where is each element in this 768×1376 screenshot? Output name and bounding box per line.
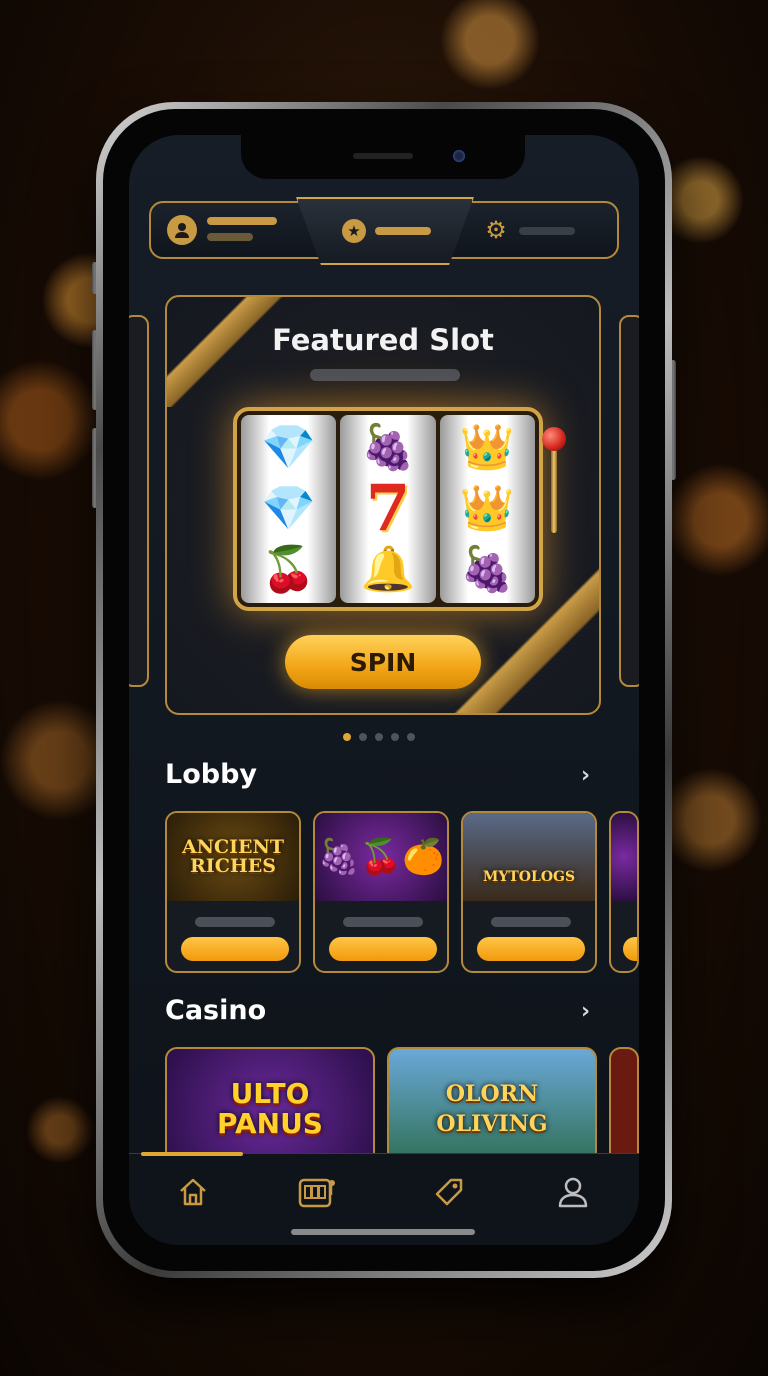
lever-stick (551, 443, 557, 533)
balance-placeholder (207, 233, 253, 241)
lever-knob (542, 427, 566, 451)
play-button[interactable] (477, 937, 585, 961)
diamond-symbol: 💎 (261, 421, 317, 473)
game-thumbnail: ANCIENT RICHES (167, 813, 299, 901)
speaker-grille (353, 153, 413, 159)
casino-game-name: OLORN OLIVING (436, 1081, 548, 1137)
avatar-icon[interactable] (167, 215, 197, 245)
carousel-next-card[interactable] (619, 315, 639, 687)
chevron-right-icon[interactable]: › (581, 763, 590, 788)
slot-machine-icon[interactable] (287, 1170, 347, 1214)
reel: 👑 👑 🍇 (439, 415, 535, 603)
pagination-dot[interactable] (359, 733, 367, 741)
notch (241, 135, 525, 179)
star-icon[interactable]: ★ (342, 219, 366, 243)
game-name: ANCIENT RICHES (181, 836, 285, 877)
crown-symbol: 👑 (459, 421, 515, 473)
featured-title: Featured Slot (272, 323, 494, 357)
camera-icon (453, 150, 465, 162)
pagination-dot[interactable] (375, 733, 383, 741)
pagination-dot[interactable] (407, 733, 415, 741)
app-screen: ★ ⚙ Featured Slot 💎 💎 🍒 🍇 7 🔔 👑 👑 🍇 SPIN… (129, 135, 639, 1245)
featured-subtitle-placeholder (310, 369, 460, 381)
pagination-dot[interactable] (391, 733, 399, 741)
seven-symbol: 7 (365, 470, 411, 546)
play-button[interactable] (181, 937, 289, 961)
play-button[interactable] (623, 937, 637, 961)
cherry-symbol: 🍒 (261, 544, 317, 596)
chevron-right-icon[interactable]: › (581, 999, 590, 1024)
top-bar: ★ ⚙ (149, 197, 619, 265)
game-name: MYTOLOGS (482, 869, 576, 885)
game-subtitle-placeholder (491, 917, 571, 927)
lobby-title: Lobby (165, 759, 258, 790)
gear-icon[interactable]: ⚙ (483, 217, 509, 243)
fruit-icon: 🍇🍒🍊 (317, 837, 445, 877)
username-placeholder (207, 217, 277, 225)
game-thumbnail: 🍇🍒🍊 (315, 813, 447, 901)
casino-title: Casino (165, 995, 267, 1026)
home-indicator (291, 1229, 475, 1235)
game-card[interactable]: ANCIENT RICHES (165, 811, 301, 973)
reel: 🍇 7 🔔 (340, 415, 436, 603)
slot-lever[interactable] (539, 427, 569, 537)
ticket-icon[interactable] (419, 1170, 479, 1214)
crown-symbol: 👑 (459, 482, 515, 534)
spin-button[interactable]: SPIN (285, 635, 481, 689)
settings-placeholder (519, 227, 575, 235)
home-icon[interactable] (163, 1170, 223, 1214)
grape-symbol: 🍇 (360, 421, 416, 473)
phone-frame: ★ ⚙ Featured Slot 💎 💎 🍒 🍇 7 🔔 👑 👑 🍇 SPIN… (96, 102, 672, 1278)
game-thumbnail: MYTOLOGS (463, 813, 595, 901)
game-subtitle-placeholder (343, 917, 423, 927)
user-icon[interactable] (543, 1170, 603, 1214)
carousel-pagination (343, 733, 415, 741)
game-card[interactable]: 🍇🍒🍊 (313, 811, 449, 973)
game-thumbnail (611, 813, 637, 901)
grape-symbol: 🍇 (459, 544, 515, 596)
active-tab-indicator (141, 1152, 243, 1156)
play-button[interactable] (329, 937, 437, 961)
gem-symbol: 💎 (261, 482, 317, 534)
game-card-peek[interactable] (609, 811, 639, 973)
pagination-dot-active[interactable] (343, 733, 351, 741)
reel: 💎 💎 🍒 (241, 415, 337, 603)
carousel-prev-card[interactable] (129, 315, 149, 687)
casino-game-name: ULTO PANUS (217, 1077, 323, 1140)
slot-machine: 💎 💎 🍒 🍇 7 🔔 👑 👑 🍇 (233, 407, 543, 611)
points-placeholder (375, 227, 431, 235)
game-subtitle-placeholder (195, 917, 275, 927)
featured-slot-card[interactable]: Featured Slot 💎 💎 🍒 🍇 7 🔔 👑 👑 🍇 SPIN (165, 295, 601, 715)
bell-symbol: 🔔 (360, 544, 416, 596)
game-card[interactable]: MYTOLOGS (461, 811, 597, 973)
